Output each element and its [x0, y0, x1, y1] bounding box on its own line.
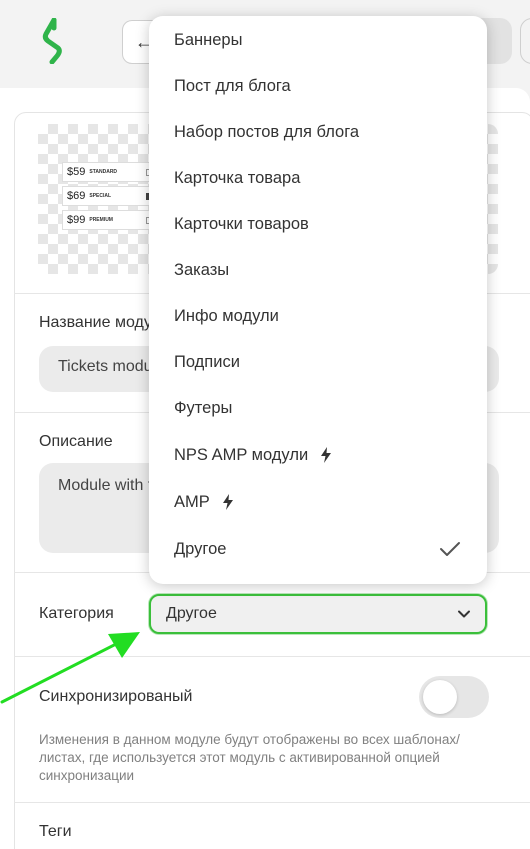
menu-item-label: Набор постов для блога — [174, 122, 360, 141]
menu-item-orders[interactable]: Заказы — [149, 250, 487, 290]
category-select-value: Другое — [166, 605, 217, 622]
menu-item-footers[interactable]: Футеры — [149, 388, 487, 428]
menu-item-nps-amp[interactable]: NPS AMP модули — [149, 435, 487, 475]
toggle-knob — [423, 680, 457, 714]
menu-item-label: Футеры — [174, 398, 233, 417]
chevron-down-icon — [458, 610, 470, 618]
menu-item-product-cards[interactable]: Карточки товаров — [149, 204, 487, 244]
menu-item-amp[interactable]: AMP — [149, 482, 487, 522]
menu-item-label: Баннеры — [174, 30, 243, 49]
menu-item-label: Заказы — [174, 260, 230, 279]
lightning-icon — [321, 447, 332, 463]
tags-label: Теги — [39, 823, 72, 840]
ticket-price: $59 — [67, 166, 86, 178]
menu-item-blog-posts-set[interactable]: Набор постов для блога — [149, 112, 487, 152]
menu-item-blog-post[interactable]: Пост для блога — [149, 66, 487, 106]
menu-item-other[interactable]: Другое — [149, 529, 487, 569]
menu-item-label: Другое — [174, 539, 227, 558]
ticket-price: $69 — [67, 190, 86, 202]
sync-help-text: Изменения в данном модуле будут отображе… — [39, 732, 460, 783]
annotation-arrow-icon — [0, 632, 140, 704]
lightning-icon — [222, 494, 233, 510]
menu-item-label: AMP — [174, 492, 210, 511]
ticket-name: STANDARD — [89, 169, 118, 175]
menu-item-label: Карточки товаров — [174, 214, 309, 233]
menu-item-label: Карточка товара — [174, 168, 301, 187]
top-action-button[interactable] — [520, 18, 530, 64]
menu-item-signatures[interactable]: Подписи — [149, 342, 487, 382]
sync-toggle[interactable] — [419, 676, 489, 718]
app-logo-icon[interactable] — [40, 18, 70, 64]
checkmark-icon — [440, 542, 460, 556]
divider — [14, 802, 530, 803]
menu-item-label: Пост для блога — [174, 76, 291, 95]
category-select[interactable]: Другое — [149, 594, 487, 634]
ticket-name: SPECIAL — [89, 193, 112, 199]
menu-item-label: NPS AMP модули — [174, 445, 309, 464]
category-dropdown-menu: Баннеры Пост для блога Набор постов для … — [149, 16, 487, 584]
menu-item-banners[interactable]: Баннеры — [149, 20, 487, 60]
ticket-name: PREMIUM — [89, 217, 113, 223]
menu-item-label: Инфо модули — [174, 306, 279, 325]
description-label: Описание — [39, 433, 113, 450]
ticket-price: $99 — [67, 214, 86, 226]
menu-item-product-card[interactable]: Карточка товара — [149, 158, 487, 198]
menu-item-info-modules[interactable]: Инфо модули — [149, 296, 487, 336]
menu-item-label: Подписи — [174, 352, 240, 371]
